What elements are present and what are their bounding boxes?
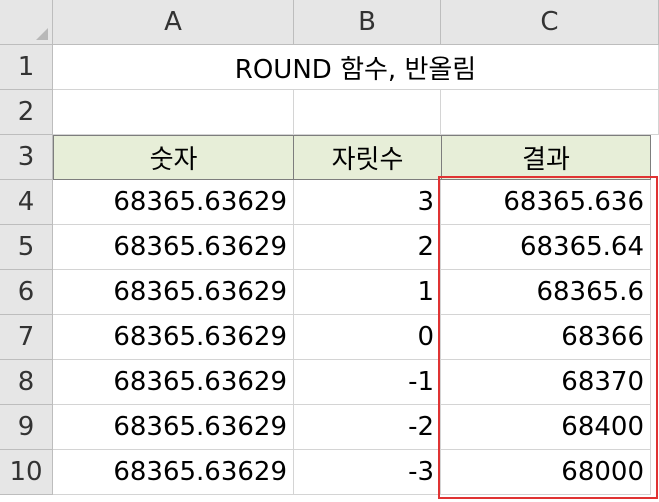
spreadsheet-grid: A B C 1 ROUND 함수, 반올림 2 3 숫자 자릿수 결과 4 68… — [0, 0, 659, 502]
header-number[interactable]: 숫자 — [53, 135, 294, 180]
digits-cell[interactable]: -1 — [294, 360, 441, 405]
number-cell[interactable]: 68365.63629 — [53, 225, 294, 270]
row-header-3[interactable]: 3 — [0, 135, 53, 180]
digits-cell[interactable]: 1 — [294, 270, 441, 315]
number-cell[interactable]: 68365.63629 — [53, 315, 294, 360]
row-header-6[interactable]: 6 — [0, 270, 53, 315]
select-all-triangle-icon — [36, 28, 48, 40]
table-row: 9 68365.63629 -2 68400 — [0, 405, 659, 450]
number-cell[interactable]: 68365.63629 — [53, 270, 294, 315]
row-header-10[interactable]: 10 — [0, 450, 53, 495]
result-cell[interactable]: 68000 — [441, 450, 651, 495]
row-header-5[interactable]: 5 — [0, 225, 53, 270]
number-cell[interactable]: 68365.63629 — [53, 180, 294, 225]
row-header-4[interactable]: 4 — [0, 180, 53, 225]
digits-cell[interactable]: -3 — [294, 450, 441, 495]
table-row: 7 68365.63629 0 68366 — [0, 315, 659, 360]
row-header-8[interactable]: 8 — [0, 360, 53, 405]
result-cell[interactable]: 68365.6 — [441, 270, 651, 315]
select-all-corner[interactable] — [0, 0, 53, 45]
result-cell[interactable]: 68365.64 — [441, 225, 651, 270]
header-result[interactable]: 결과 — [441, 135, 651, 180]
table-row: 8 68365.63629 -1 68370 — [0, 360, 659, 405]
number-cell[interactable]: 68365.63629 — [53, 405, 294, 450]
title-cell[interactable]: ROUND 함수, 반올림 — [53, 45, 659, 90]
row-header-7[interactable]: 7 — [0, 315, 53, 360]
column-header-row: A B C — [0, 0, 659, 45]
table-row: 6 68365.63629 1 68365.6 — [0, 270, 659, 315]
table-row: 4 68365.63629 3 68365.636 — [0, 180, 659, 225]
cell-c2[interactable] — [441, 90, 659, 135]
table-row: 10 68365.63629 -3 68000 — [0, 450, 659, 495]
result-cell[interactable]: 68365.636 — [441, 180, 651, 225]
row-header-9[interactable]: 9 — [0, 405, 53, 450]
column-header-b[interactable]: B — [294, 0, 441, 45]
number-cell[interactable]: 68365.63629 — [53, 450, 294, 495]
cell-a2[interactable] — [53, 90, 294, 135]
row-header-2[interactable]: 2 — [0, 90, 53, 135]
result-cell[interactable]: 68370 — [441, 360, 651, 405]
sheet-row-1: 1 ROUND 함수, 반올림 — [0, 45, 659, 90]
row-header-1[interactable]: 1 — [0, 45, 53, 90]
digits-cell[interactable]: -2 — [294, 405, 441, 450]
sheet-row-3: 3 숫자 자릿수 결과 — [0, 135, 659, 180]
digits-cell[interactable]: 0 — [294, 315, 441, 360]
column-header-c[interactable]: C — [441, 0, 659, 45]
sheet-row-2: 2 — [0, 90, 659, 135]
cell-b2[interactable] — [294, 90, 441, 135]
digits-cell[interactable]: 2 — [294, 225, 441, 270]
digits-cell[interactable]: 3 — [294, 180, 441, 225]
result-cell[interactable]: 68400 — [441, 405, 651, 450]
column-header-a[interactable]: A — [53, 0, 294, 45]
table-row: 5 68365.63629 2 68365.64 — [0, 225, 659, 270]
number-cell[interactable]: 68365.63629 — [53, 360, 294, 405]
result-cell[interactable]: 68366 — [441, 315, 651, 360]
header-digits[interactable]: 자릿수 — [293, 135, 442, 180]
